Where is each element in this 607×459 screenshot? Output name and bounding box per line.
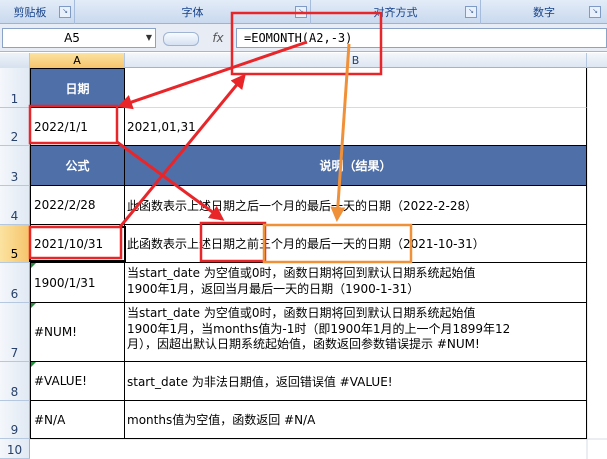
annotation-overlay (28, 11, 413, 264)
highlight-box-three-months (262, 223, 413, 264)
highlight-box-a2 (28, 104, 119, 145)
arrow-a2-to-above-date (116, 140, 225, 221)
arrow-months-to-description (330, 43, 351, 222)
highlight-box-a5 (28, 225, 123, 260)
highlight-box-above-date (199, 221, 267, 263)
